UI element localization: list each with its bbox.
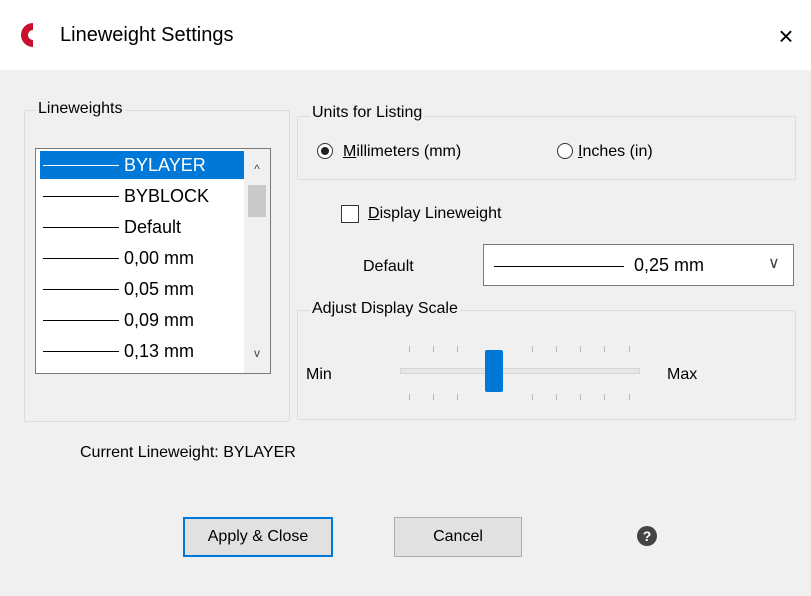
list-item[interactable]: Default [40, 213, 244, 241]
list-item[interactable]: BYLAYER [40, 151, 244, 179]
lineweight-sample [43, 227, 119, 228]
default-label: Default [363, 258, 414, 275]
list-item[interactable]: 0,13 mm [40, 337, 244, 365]
lineweight-sample [494, 266, 624, 267]
title-bar: Lineweight Settings × [0, 0, 811, 70]
list-item[interactable]: 0,09 mm [40, 306, 244, 334]
display-lineweight-label[interactable]: Display Lineweight [368, 205, 501, 223]
scroll-up-icon[interactable]: ^ [244, 157, 270, 181]
slider-tick [409, 346, 410, 352]
slider-tick [629, 346, 630, 352]
inches-label[interactable]: Inches (in) [578, 143, 653, 161]
slider-tick [556, 394, 557, 400]
list-item-label: 0,09 mm [124, 310, 195, 330]
current-lineweight-status: Current Lineweight: BYLAYER [80, 444, 296, 461]
list-item-label: 0,00 mm [124, 248, 195, 268]
slider-tick [629, 394, 630, 400]
slider-tick [457, 346, 458, 352]
radio-checked-dot [321, 147, 329, 155]
apply-close-button[interactable]: Apply & Close [183, 517, 333, 557]
slider-tick [409, 394, 410, 400]
slider-tick [556, 346, 557, 352]
list-item-label: BYLAYER [124, 155, 206, 175]
slider-tick [604, 346, 605, 352]
slider-tick [604, 394, 605, 400]
slider-thumb[interactable] [485, 350, 503, 392]
slider-tick [580, 394, 581, 400]
units-group-label: Units for Listing [310, 104, 425, 122]
display-scale-slider[interactable] [400, 368, 640, 374]
display-scale-group [297, 310, 796, 420]
list-item-label: 0,13 mm [124, 341, 195, 361]
slider-tick [433, 394, 434, 400]
list-item[interactable]: 0,00 mm [40, 244, 244, 272]
lineweight-sample [43, 258, 119, 259]
list-scrollbar[interactable]: ^ v [244, 149, 270, 373]
scroll-down-icon[interactable]: v [244, 341, 270, 365]
millimeters-label[interactable]: Millimeters (mm) [343, 143, 461, 161]
lineweight-sample [43, 289, 119, 290]
list-item[interactable]: BYBLOCK [40, 182, 244, 210]
scale-min-label: Min [306, 366, 332, 383]
display-lineweight-checkbox[interactable] [341, 205, 359, 223]
default-lineweight-dropdown[interactable]: 0,25 mm ∨ [483, 244, 794, 286]
slider-tick [532, 394, 533, 400]
help-icon[interactable]: ? [637, 526, 657, 546]
app-logo-icon [21, 23, 33, 47]
inches-radio[interactable] [557, 143, 573, 159]
list-item-label: Default [124, 217, 182, 237]
close-icon: × [778, 21, 794, 51]
lineweight-sample [43, 196, 119, 197]
lineweights-list[interactable]: BYLAYER BYBLOCK Default 0,00 mm 0,05 mm … [35, 148, 271, 374]
millimeters-radio[interactable] [317, 143, 333, 159]
scale-max-label: Max [667, 366, 698, 383]
lineweight-sample [43, 165, 119, 166]
list-item-label: BYBLOCK [124, 186, 210, 206]
default-lineweight-value: 0,25 mm [634, 255, 705, 275]
lineweight-settings-dialog: Lineweight Settings × Lineweights BYLAYE… [0, 0, 811, 596]
cancel-button[interactable]: Cancel [394, 517, 522, 557]
scroll-thumb[interactable] [248, 185, 266, 217]
list-item[interactable]: 0,05 mm [40, 275, 244, 303]
slider-tick [580, 346, 581, 352]
display-scale-group-label: Adjust Display Scale [310, 300, 460, 318]
close-button[interactable]: × [766, 16, 806, 56]
window-title: Lineweight Settings [60, 24, 234, 46]
slider-tick [433, 346, 434, 352]
slider-tick [532, 346, 533, 352]
list-item-label: 0,05 mm [124, 279, 195, 299]
lineweight-sample [43, 351, 119, 352]
slider-tick [457, 394, 458, 400]
chevron-down-icon: ∨ [768, 255, 780, 272]
lineweight-sample [43, 320, 119, 321]
lineweights-group-label: Lineweights [36, 100, 125, 118]
